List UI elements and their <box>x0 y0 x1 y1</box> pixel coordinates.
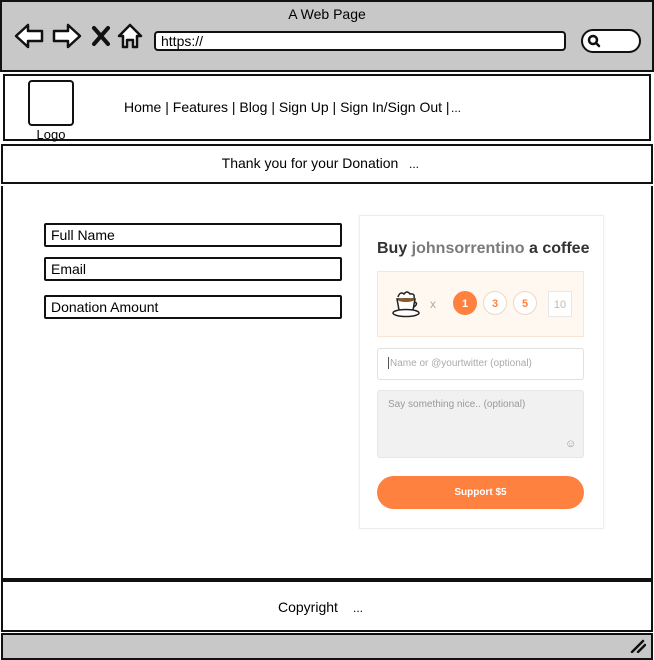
quantity-option-3[interactable]: 3 <box>483 291 507 315</box>
search-field[interactable] <box>581 29 641 53</box>
emoji-icon[interactable]: ☺ <box>565 438 576 450</box>
status-bar <box>1 633 653 660</box>
name-input-placeholder: Name or @yourtwitter (optional) <box>390 358 532 369</box>
widget-title-prefix: Buy <box>377 240 412 257</box>
home-icon[interactable] <box>115 22 145 50</box>
donation-amount-field[interactable]: Donation Amount <box>44 295 342 319</box>
quantity-option-5[interactable]: 5 <box>513 291 537 315</box>
logo-label: Logo <box>36 127 66 142</box>
widget-title: Buy johnsorrentino a coffee <box>377 240 589 258</box>
quantity-option-1[interactable]: 1 <box>453 291 477 315</box>
close-x-icon[interactable] <box>86 22 116 50</box>
forward-arrow-icon[interactable] <box>52 22 82 50</box>
footer-more: ... <box>353 601 364 615</box>
custom-quantity-input[interactable]: 10 <box>548 291 572 317</box>
resize-grip-icon[interactable] <box>630 639 647 654</box>
email-field[interactable]: Email <box>44 257 342 281</box>
nav-links[interactable]: Home | Features | Blog | Sign Up | Sign … <box>124 99 450 115</box>
widget-title-suffix: a coffee <box>524 240 590 257</box>
logo-image[interactable] <box>28 80 74 126</box>
back-arrow-icon[interactable] <box>14 22 44 50</box>
message-input[interactable]: Say something nice.. (optional) <box>377 390 584 458</box>
times-sign: x <box>430 297 436 311</box>
banner-more: ... <box>409 157 420 171</box>
coffee-cup-icon <box>390 288 422 320</box>
support-button[interactable]: Support $5 <box>377 476 584 509</box>
widget-username[interactable]: johnsorrentino <box>412 240 525 257</box>
banner-title: Thank you for your Donation <box>221 155 399 171</box>
window-title: A Web Page <box>288 6 366 22</box>
copyright-text: Copyright <box>278 599 338 615</box>
name-input[interactable]: Name or @yourtwitter (optional) <box>377 348 584 380</box>
address-bar[interactable]: https:// <box>154 31 566 51</box>
full-name-field[interactable]: Full Name <box>44 223 342 247</box>
nav-more: ... <box>451 101 462 115</box>
search-icon <box>587 34 601 48</box>
